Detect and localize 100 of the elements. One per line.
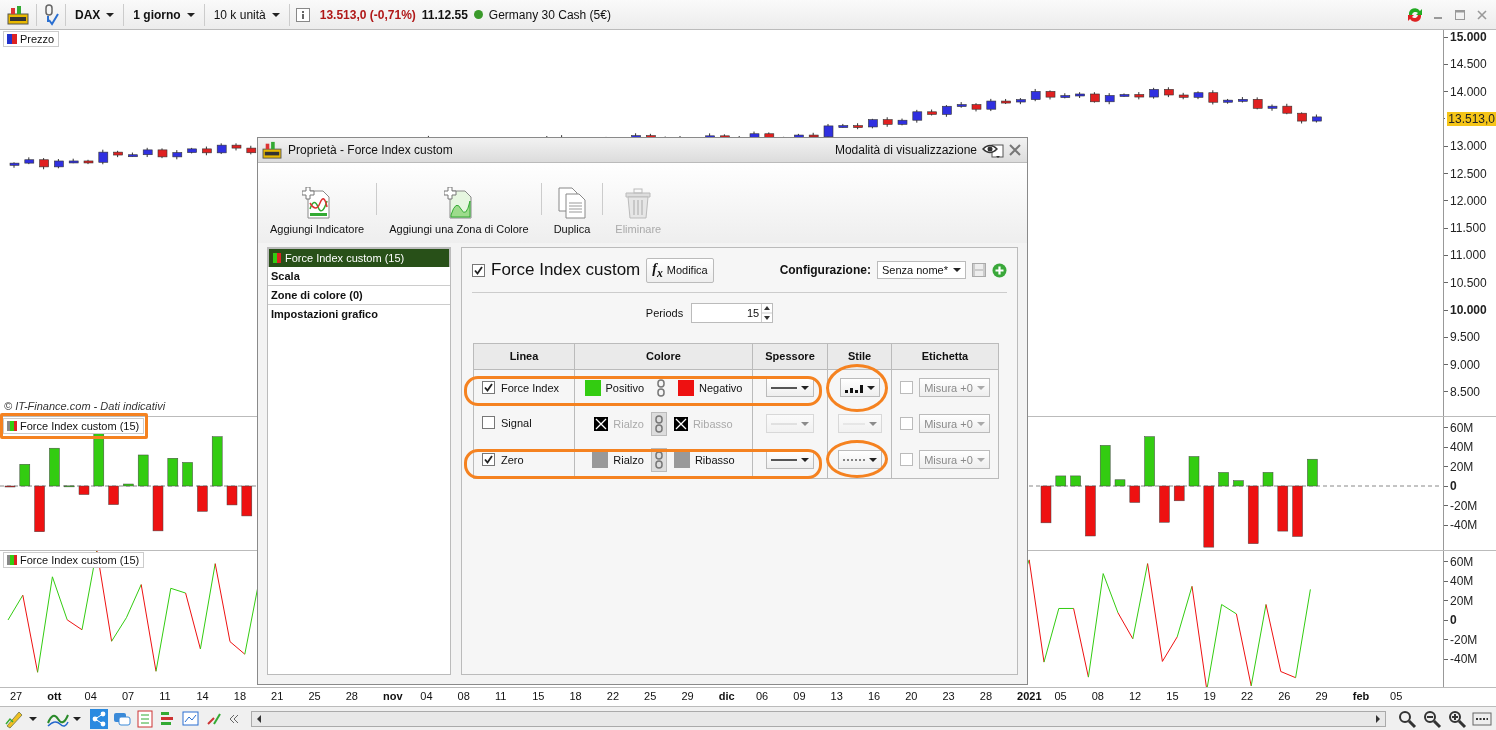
date-label: 22 [606,690,620,702]
date-label: 2021 [1017,690,1042,702]
date-label: 23 [942,690,955,702]
date-label: 19 [1203,690,1216,702]
date-label: dic [718,690,735,702]
color-label: Negativo [699,381,743,394]
date-label: 18 [233,690,247,702]
indicator-name: Force Index custom [491,260,641,281]
date-label: 12 [1129,690,1142,702]
color-label: Ribasso [692,417,733,430]
axis-label: 15.000 [1450,30,1487,45]
line-name: Zero [501,453,524,466]
date-label: 11 [494,690,507,702]
date-label: 04 [420,690,433,702]
pane-label: Force Index custom (15) [3,552,145,568]
date-label: 27 [10,690,23,702]
toolbar-button[interactable]: Duplica [551,187,593,235]
config-label: Configurazione: [779,263,871,278]
date-label: 21 [271,690,284,702]
column-header: Spessore [752,343,828,370]
date-label: 08 [457,690,470,702]
color-label: Rialzo [613,453,644,466]
axis-label: 10.000 [1450,303,1487,317]
column-header: Stile [827,343,892,370]
axis-label: 0 [1450,479,1457,494]
dialog-title: Proprietà - Force Index custom [288,143,453,157]
market-name: Germany 30 Cash (5€) [488,7,611,22]
instrument-dropdown[interactable]: DAX [72,7,118,22]
date-label: 06 [756,690,769,702]
date-label: 26 [1278,690,1291,702]
toolbar-button[interactable]: Aggiungi Indicatore [268,187,367,235]
view-mode-label: Modalità di visualizzazione [834,143,977,157]
axis-label: -40M [1450,652,1478,667]
axis-label: 0 [1450,613,1457,628]
axis-label: 20M [1450,593,1474,608]
color-label: Ribasso [694,453,735,466]
date-label: 14 [196,690,209,702]
axis-label: 8.500 [1450,384,1481,399]
date-label: 15 [532,690,545,702]
date-label: 08 [1091,690,1104,702]
edit-button[interactable]: f$_{x}$ Modifica [646,258,714,283]
config-dropdown[interactable]: Senza nome* [876,261,966,280]
date-label: 28 [979,690,993,702]
date-label: ott [47,690,62,702]
axis-label: 14.000 [1450,84,1487,99]
line-name: Signal [501,416,532,429]
toolbar-button[interactable]: Aggiungi una Zona di Colore [387,187,531,235]
column-header: Colore [574,343,753,370]
axis-label: 9.000 [1450,357,1481,372]
axis-label: -20M [1450,498,1478,513]
axis-label: -40M [1450,518,1478,533]
axis-label: 11.000 [1450,248,1486,263]
axis-label: 12.000 [1450,193,1487,208]
date-label: 04 [84,690,97,702]
date-label: 25 [644,690,657,702]
date-label: 22 [1240,690,1254,702]
axis-label: -20M [1450,632,1478,647]
pane-label: Force Index custom (15) [3,418,145,434]
date-label: 20 [905,690,918,702]
date-label: feb [1352,690,1370,702]
date-label: 28 [345,690,358,702]
color-label: Positivo [605,381,645,394]
date-label: 05 [1390,690,1403,702]
axis-label: 60M [1450,554,1474,569]
periods-label: Periods [645,306,684,319]
axis-label: 20M [1450,459,1474,474]
units-dropdown[interactable]: 10 k unità [210,7,283,22]
date-label: 29 [1315,690,1328,702]
timeframe-dropdown[interactable]: 1 giorno [130,7,198,22]
date-label: 25 [308,690,321,702]
date-label: nov [383,690,403,702]
date-label: 15 [1166,690,1179,702]
axis-label: 40M [1450,574,1474,589]
axis-label: 9.500 [1450,330,1481,345]
date-label: 18 [569,690,582,702]
axis-label: 40M [1450,440,1474,455]
color-label: Rialzo [613,417,644,430]
date-label: 05 [1054,690,1067,702]
axis-label: 12.500 [1450,166,1487,181]
column-header: Linea [473,343,575,370]
date-label: 07 [121,690,135,702]
sidebar-item[interactable]: Force Index custom (15) [268,248,450,267]
quote-time: 11.12.55 [421,7,468,22]
copyright-text: © IT-Finance.com - Dati indicativi [4,400,166,412]
date-label: 09 [793,690,806,702]
axis-label: 13.000 [1450,139,1487,154]
date-label: 11 [159,690,171,702]
axis-label: 60M [1450,420,1474,435]
line-name: Force Index [501,381,560,394]
date-label: 16 [867,690,881,702]
axis-label: 14.500 [1450,57,1487,72]
column-header: Etichetta [891,343,999,370]
axis-label: 10.500 [1450,275,1487,290]
axis-label: 13.513,0 [1447,111,1496,126]
periods-spinner[interactable]: 15 [691,302,774,323]
axis-label: 11.500 [1450,221,1486,236]
price-change: 13.513,0 (-0,71%) [319,7,416,22]
pane-label: Prezzo [3,31,60,47]
date-label: 29 [681,690,694,702]
date-label: 13 [830,690,843,702]
